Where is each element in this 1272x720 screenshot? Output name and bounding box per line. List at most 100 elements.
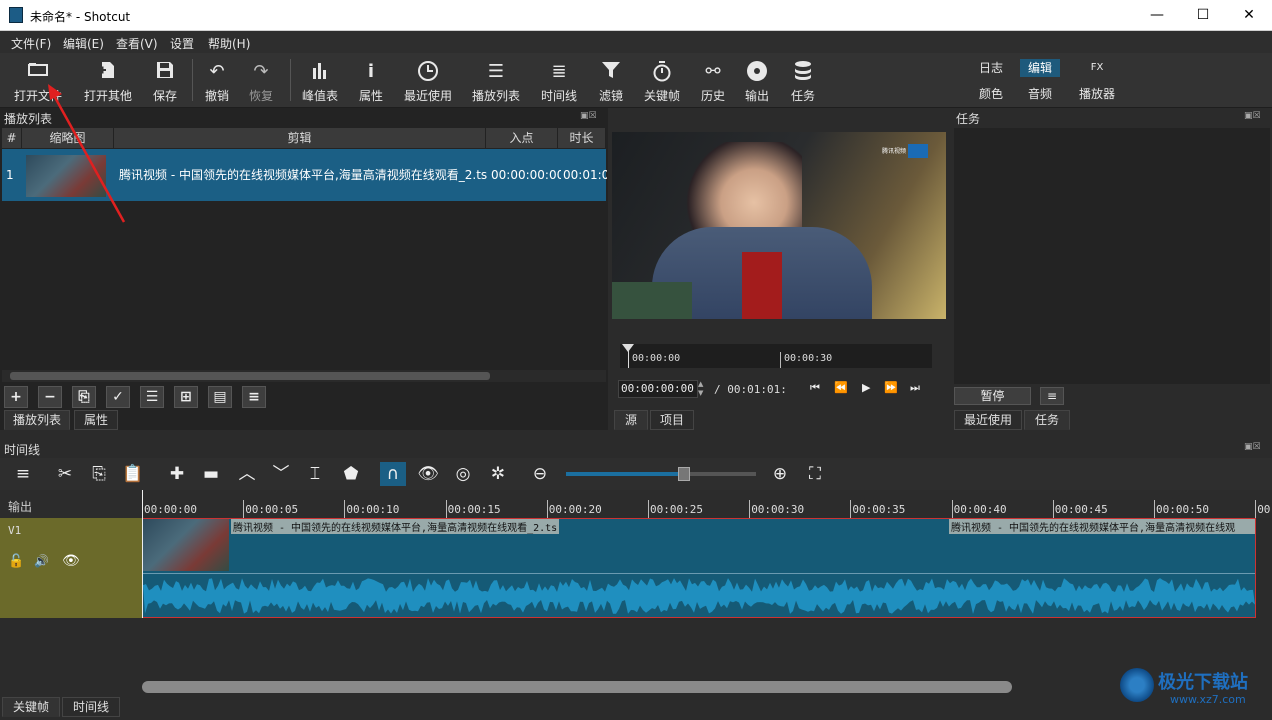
tab-recent[interactable]: 最近使用 bbox=[954, 410, 1022, 430]
tab-jobs[interactable]: 任务 bbox=[1024, 410, 1070, 430]
ripple-all-icon[interactable]: ✲ bbox=[485, 462, 511, 486]
viewer-panel: 腾讯视频 00:00:00 00:00:30 00:00:00:00 ▲ ▼ / … bbox=[608, 108, 952, 430]
tab-source[interactable]: 源 bbox=[614, 410, 648, 430]
ruler-label: 00:00:20 bbox=[548, 503, 602, 516]
zoom-slider[interactable] bbox=[566, 467, 756, 481]
timeline-clip[interactable]: 腾讯视频 - 中国领先的在线视频媒体平台,海量高清视频在线观看_2.ts 腾讯视… bbox=[142, 518, 1256, 618]
ruler-label: 00:00:50 bbox=[1156, 503, 1209, 516]
update-icon[interactable]: ⎘ bbox=[72, 386, 96, 408]
ruler-tick bbox=[546, 500, 548, 518]
snap-icon[interactable]: ∩ bbox=[380, 462, 406, 486]
zoom-thumb[interactable] bbox=[677, 467, 690, 481]
menu-edit[interactable]: 编辑(E) bbox=[63, 35, 104, 52]
dock-buttons[interactable]: ▣☒ bbox=[1244, 442, 1261, 452]
dock-buttons[interactable]: ▣☒ bbox=[1244, 111, 1261, 121]
undo-button[interactable]: ↶ 撤销 bbox=[200, 57, 234, 103]
tiles-view-icon[interactable]: ⊞ bbox=[174, 386, 198, 408]
peak-meter-button[interactable]: 峰值表 bbox=[298, 57, 342, 103]
lock-icon[interactable]: 🔓 bbox=[8, 554, 24, 569]
timeline-hscrollbar[interactable] bbox=[142, 681, 1258, 693]
zoom-fit-icon[interactable]: ⛶ bbox=[802, 462, 828, 486]
properties-button[interactable]: i 属性 bbox=[354, 57, 388, 103]
pause-button[interactable]: 暂停 bbox=[954, 387, 1031, 405]
recent-button[interactable]: 最近使用 bbox=[400, 57, 456, 103]
scroll-thumb[interactable] bbox=[10, 372, 490, 380]
timeline-ruler[interactable]: 00:00:00 00:00:05 00:00:10 00:00:15 00:00:20… bbox=[142, 490, 1272, 518]
timecode-spinner-icon[interactable]: ▲ ▼ bbox=[698, 380, 706, 398]
track-header-v1[interactable]: V1 🔓 🔊 👁 bbox=[0, 518, 142, 618]
tab-project[interactable]: 项目 bbox=[650, 410, 694, 430]
remove-icon[interactable]: ▬ bbox=[198, 462, 224, 486]
scroll-thumb[interactable] bbox=[142, 681, 1013, 693]
ruler-tick bbox=[648, 500, 649, 518]
icons-view-icon[interactable]: ▤ bbox=[208, 386, 232, 408]
remove-button[interactable]: − bbox=[38, 386, 62, 408]
lift-icon[interactable]: ︿ bbox=[234, 462, 260, 486]
copy-icon[interactable]: ⎘ bbox=[86, 462, 112, 486]
details-view-icon[interactable]: ☰ bbox=[140, 386, 164, 408]
mute-icon[interactable]: 🔊 bbox=[34, 554, 49, 568]
split-icon[interactable]: ⌶ bbox=[302, 462, 328, 486]
overwrite-icon[interactable]: ﹀ bbox=[268, 462, 294, 486]
filters-button[interactable]: 滤镜 bbox=[594, 57, 628, 103]
layout-edit[interactable]: 编辑 bbox=[1020, 59, 1060, 77]
tab-properties[interactable]: 属性 bbox=[74, 410, 118, 430]
playlist-menu-icon[interactable]: ≡ bbox=[242, 386, 266, 408]
play-icon[interactable]: ▶ bbox=[862, 381, 870, 394]
playlist-hscrollbar[interactable] bbox=[2, 370, 606, 382]
jobs-menu-icon[interactable]: ≡ bbox=[1040, 387, 1064, 405]
info-icon: i bbox=[367, 61, 375, 82]
history-button[interactable]: ⚯ 历史 bbox=[696, 57, 730, 103]
viewer-ruler[interactable]: 00:00:00 00:00:30 bbox=[620, 344, 932, 368]
column-clip[interactable]: 剪辑 bbox=[114, 128, 486, 148]
layout-color[interactable]: 颜色 bbox=[972, 85, 1010, 103]
keyframes-button[interactable]: 关键帧 bbox=[640, 57, 684, 103]
scrub-icon[interactable]: 👁 bbox=[415, 462, 441, 486]
save-button[interactable]: 保存 bbox=[148, 57, 182, 103]
timecode-field[interactable]: 00:00:00:00 bbox=[618, 380, 698, 398]
menu-settings[interactable]: 设置 bbox=[170, 35, 194, 52]
append-icon[interactable]: ✚ bbox=[164, 462, 190, 486]
redo-button[interactable]: ↷ 恢复 bbox=[244, 57, 278, 103]
layout-fx[interactable]: FX bbox=[1080, 59, 1114, 77]
export-button[interactable]: 输出 bbox=[740, 57, 774, 103]
ripple-icon[interactable]: ◎ bbox=[450, 462, 476, 486]
tab-playlist[interactable]: 播放列表 bbox=[4, 410, 70, 430]
fast-forward-icon[interactable]: ⏩ bbox=[884, 381, 898, 394]
column-in[interactable]: 入点 bbox=[486, 128, 558, 148]
paste-icon[interactable]: 📋 bbox=[120, 462, 146, 486]
menu-view[interactable]: 查看(V) bbox=[116, 35, 158, 52]
column-number[interactable]: # bbox=[2, 128, 22, 148]
column-duration[interactable]: 时长 bbox=[558, 128, 606, 148]
ruler-tick bbox=[749, 500, 751, 518]
row-in-point: 00:00:00:00 bbox=[491, 168, 561, 182]
video-frame[interactable]: 腾讯视频 bbox=[612, 132, 946, 319]
timeline-button[interactable]: ≣ 时间线 bbox=[536, 57, 582, 103]
skip-next-icon[interactable]: ⏭ bbox=[910, 381, 920, 395]
cut-icon[interactable]: ✂ bbox=[52, 462, 78, 486]
zoom-in-icon[interactable]: ⊕ bbox=[767, 462, 793, 486]
add-button[interactable]: + bbox=[4, 386, 28, 408]
row-duration: 00:01:0 bbox=[563, 168, 607, 182]
close-button[interactable]: ✕ bbox=[1226, 0, 1272, 30]
minimize-button[interactable]: — bbox=[1134, 0, 1180, 30]
skip-previous-icon[interactable]: ⏮ bbox=[810, 381, 820, 395]
check-icon[interactable]: ✓ bbox=[106, 386, 130, 408]
rewind-icon[interactable]: ⏪ bbox=[834, 381, 848, 394]
dock-buttons[interactable]: ▣☒ bbox=[580, 111, 597, 121]
layout-player[interactable]: 播放器 bbox=[1072, 85, 1122, 103]
menu-file[interactable]: 文件(F) bbox=[11, 35, 51, 52]
stopwatch-icon bbox=[640, 60, 684, 84]
visibility-icon[interactable]: 👁 bbox=[62, 553, 80, 569]
layout-audio[interactable]: 音频 bbox=[1020, 85, 1060, 103]
jobs-button[interactable]: 任务 bbox=[786, 57, 820, 103]
marker-icon[interactable]: ⬟ bbox=[338, 462, 364, 486]
tab-timeline[interactable]: 时间线 bbox=[62, 697, 120, 717]
layout-log[interactable]: 日志 bbox=[972, 59, 1010, 77]
maximize-button[interactable]: ☐ bbox=[1180, 0, 1226, 30]
menu-help[interactable]: 帮助(H) bbox=[208, 35, 250, 52]
zoom-out-icon[interactable]: ⊖ bbox=[527, 462, 553, 486]
tab-keyframes[interactable]: 关键帧 bbox=[2, 697, 60, 717]
playlist-button[interactable]: ☰ 播放列表 bbox=[468, 57, 524, 103]
timeline-menu-icon[interactable]: ≡ bbox=[10, 462, 36, 486]
